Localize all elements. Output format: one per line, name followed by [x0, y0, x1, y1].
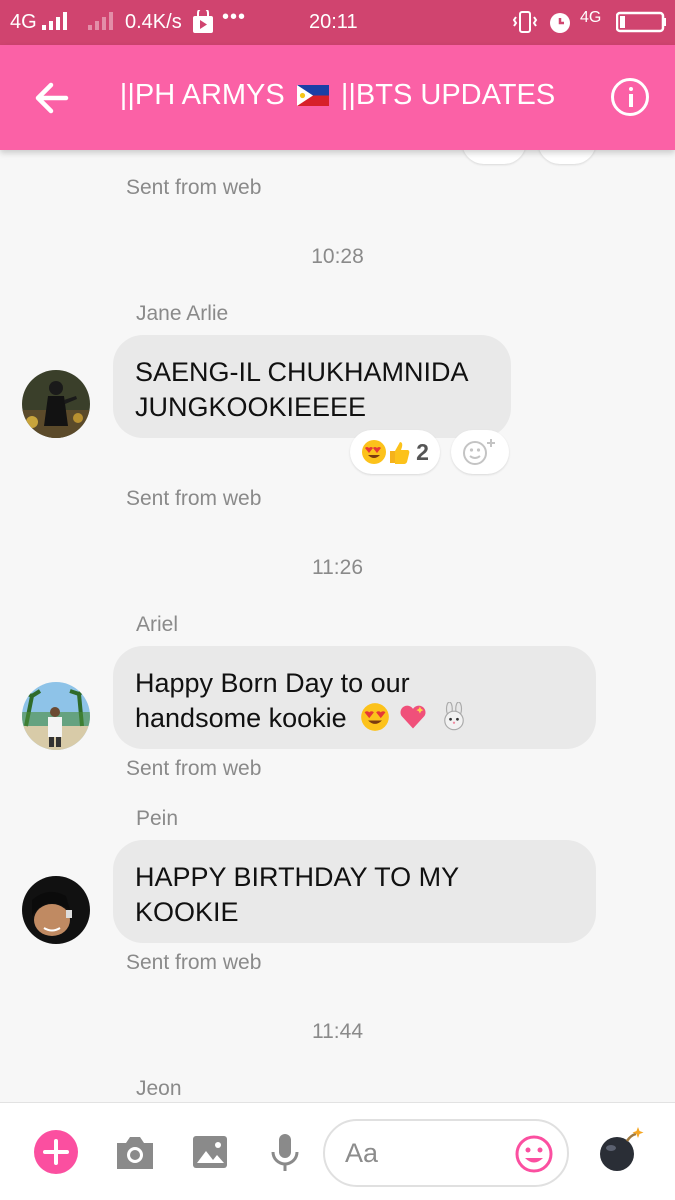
- add-reaction-button[interactable]: [451, 430, 509, 474]
- back-button[interactable]: [30, 75, 76, 121]
- add-reaction-button[interactable]: [538, 150, 596, 164]
- signal-icon: [42, 12, 67, 30]
- heart-eyes-emoji-icon: [361, 703, 390, 731]
- avatar-photo-icon: [22, 370, 90, 438]
- vibrate-icon: [512, 10, 538, 40]
- sparkling-heart-emoji-icon: [400, 705, 426, 729]
- plus-icon: [34, 1130, 78, 1174]
- timestamp: 11:26: [312, 556, 363, 579]
- message-line: JUNGKOOKIEEEE: [135, 392, 367, 422]
- add-button[interactable]: [34, 1130, 78, 1174]
- info-button[interactable]: [611, 78, 649, 116]
- timestamp: 11:44: [312, 1020, 363, 1043]
- sender-name: Jeon: [136, 1077, 182, 1100]
- alarm-icon: [547, 9, 573, 41]
- sender-name: Ariel: [136, 613, 179, 636]
- message-line: SAENG-IL CHUKHAMNIDA: [135, 357, 469, 387]
- message-input[interactable]: [345, 1135, 505, 1171]
- sent-from-label: Sent from web: [126, 951, 262, 974]
- thumbs-up-emoji-icon: [390, 442, 410, 464]
- chat-header: ||PH ARMYS ||BTS UPDATES: [0, 45, 675, 150]
- bomb-icon: [600, 1127, 644, 1171]
- message-composer[interactable]: [323, 1119, 569, 1187]
- bomb-button[interactable]: [596, 1125, 646, 1175]
- avatar-photo-icon: [22, 876, 90, 944]
- reaction-pill[interactable]: [462, 150, 526, 164]
- smiley-icon: [515, 1135, 553, 1173]
- sender-name: Jane Arlie: [136, 302, 229, 325]
- avatar[interactable]: [22, 682, 90, 750]
- sent-from-label: Sent from web: [126, 176, 262, 199]
- network-label: 4G: [10, 11, 37, 33]
- camera-button[interactable]: [113, 1130, 157, 1174]
- rabbit-face-emoji-icon: [444, 702, 464, 731]
- avatar[interactable]: [22, 876, 90, 944]
- reaction-count: 2: [416, 438, 429, 465]
- avatar[interactable]: [22, 370, 90, 438]
- message-bubble[interactable]: Happy Born Day to our handsome kookie: [113, 646, 596, 749]
- message-line: handsome kookie: [135, 703, 347, 733]
- battery-icon: [615, 11, 666, 39]
- back-arrow-icon: [35, 82, 69, 114]
- chat-thread[interactable]: Sent from web 10:28 Jane Arlie SAENG-IL …: [0, 150, 675, 1102]
- microphone-icon: [271, 1134, 299, 1171]
- image-icon: [193, 1136, 227, 1168]
- play-store-icon: [192, 7, 214, 40]
- chat-title: ||PH ARMYS ||BTS UPDATES: [100, 79, 575, 112]
- camera-icon: [117, 1137, 153, 1169]
- title-prefix: ||PH ARMYS: [119, 79, 285, 111]
- reaction-pill[interactable]: 2: [350, 430, 440, 474]
- composer-bar: [0, 1102, 675, 1200]
- sent-from-label: Sent from web: [126, 487, 262, 510]
- signal-weak-icon: [88, 12, 113, 30]
- message-line: Happy Born Day to our: [135, 668, 410, 698]
- status-bar: 4G 0.4K/s ••• 20:11 4G: [0, 0, 675, 45]
- sender-name: Pein: [136, 807, 179, 830]
- clock-time: 20:11: [309, 11, 358, 33]
- philippines-flag-icon: [296, 85, 329, 106]
- emoji-button[interactable]: [513, 1133, 555, 1175]
- sent-from-label: Sent from web: [126, 757, 262, 780]
- timestamp: 10:28: [311, 245, 364, 268]
- message-bubble[interactable]: HAPPY BIRTHDAY TO MY KOOKIE: [113, 840, 596, 943]
- network-speed: 0.4K/s: [125, 11, 182, 33]
- title-suffix: ||BTS UPDATES: [340, 79, 556, 111]
- add-reaction-icon: [463, 439, 495, 465]
- avatar-photo-icon: [22, 682, 90, 750]
- message-bubble[interactable]: SAENG-IL CHUKHAMNIDA JUNGKOOKIEEEE: [113, 335, 511, 438]
- message-line: HAPPY BIRTHDAY TO MY: [135, 862, 460, 892]
- microphone-button[interactable]: [263, 1130, 307, 1174]
- heart-eyes-emoji-icon: [362, 440, 387, 464]
- message-line: KOOKIE: [135, 897, 239, 927]
- more-dots-icon: •••: [222, 6, 247, 28]
- network-right: 4G: [580, 9, 602, 26]
- gallery-button[interactable]: [188, 1130, 232, 1174]
